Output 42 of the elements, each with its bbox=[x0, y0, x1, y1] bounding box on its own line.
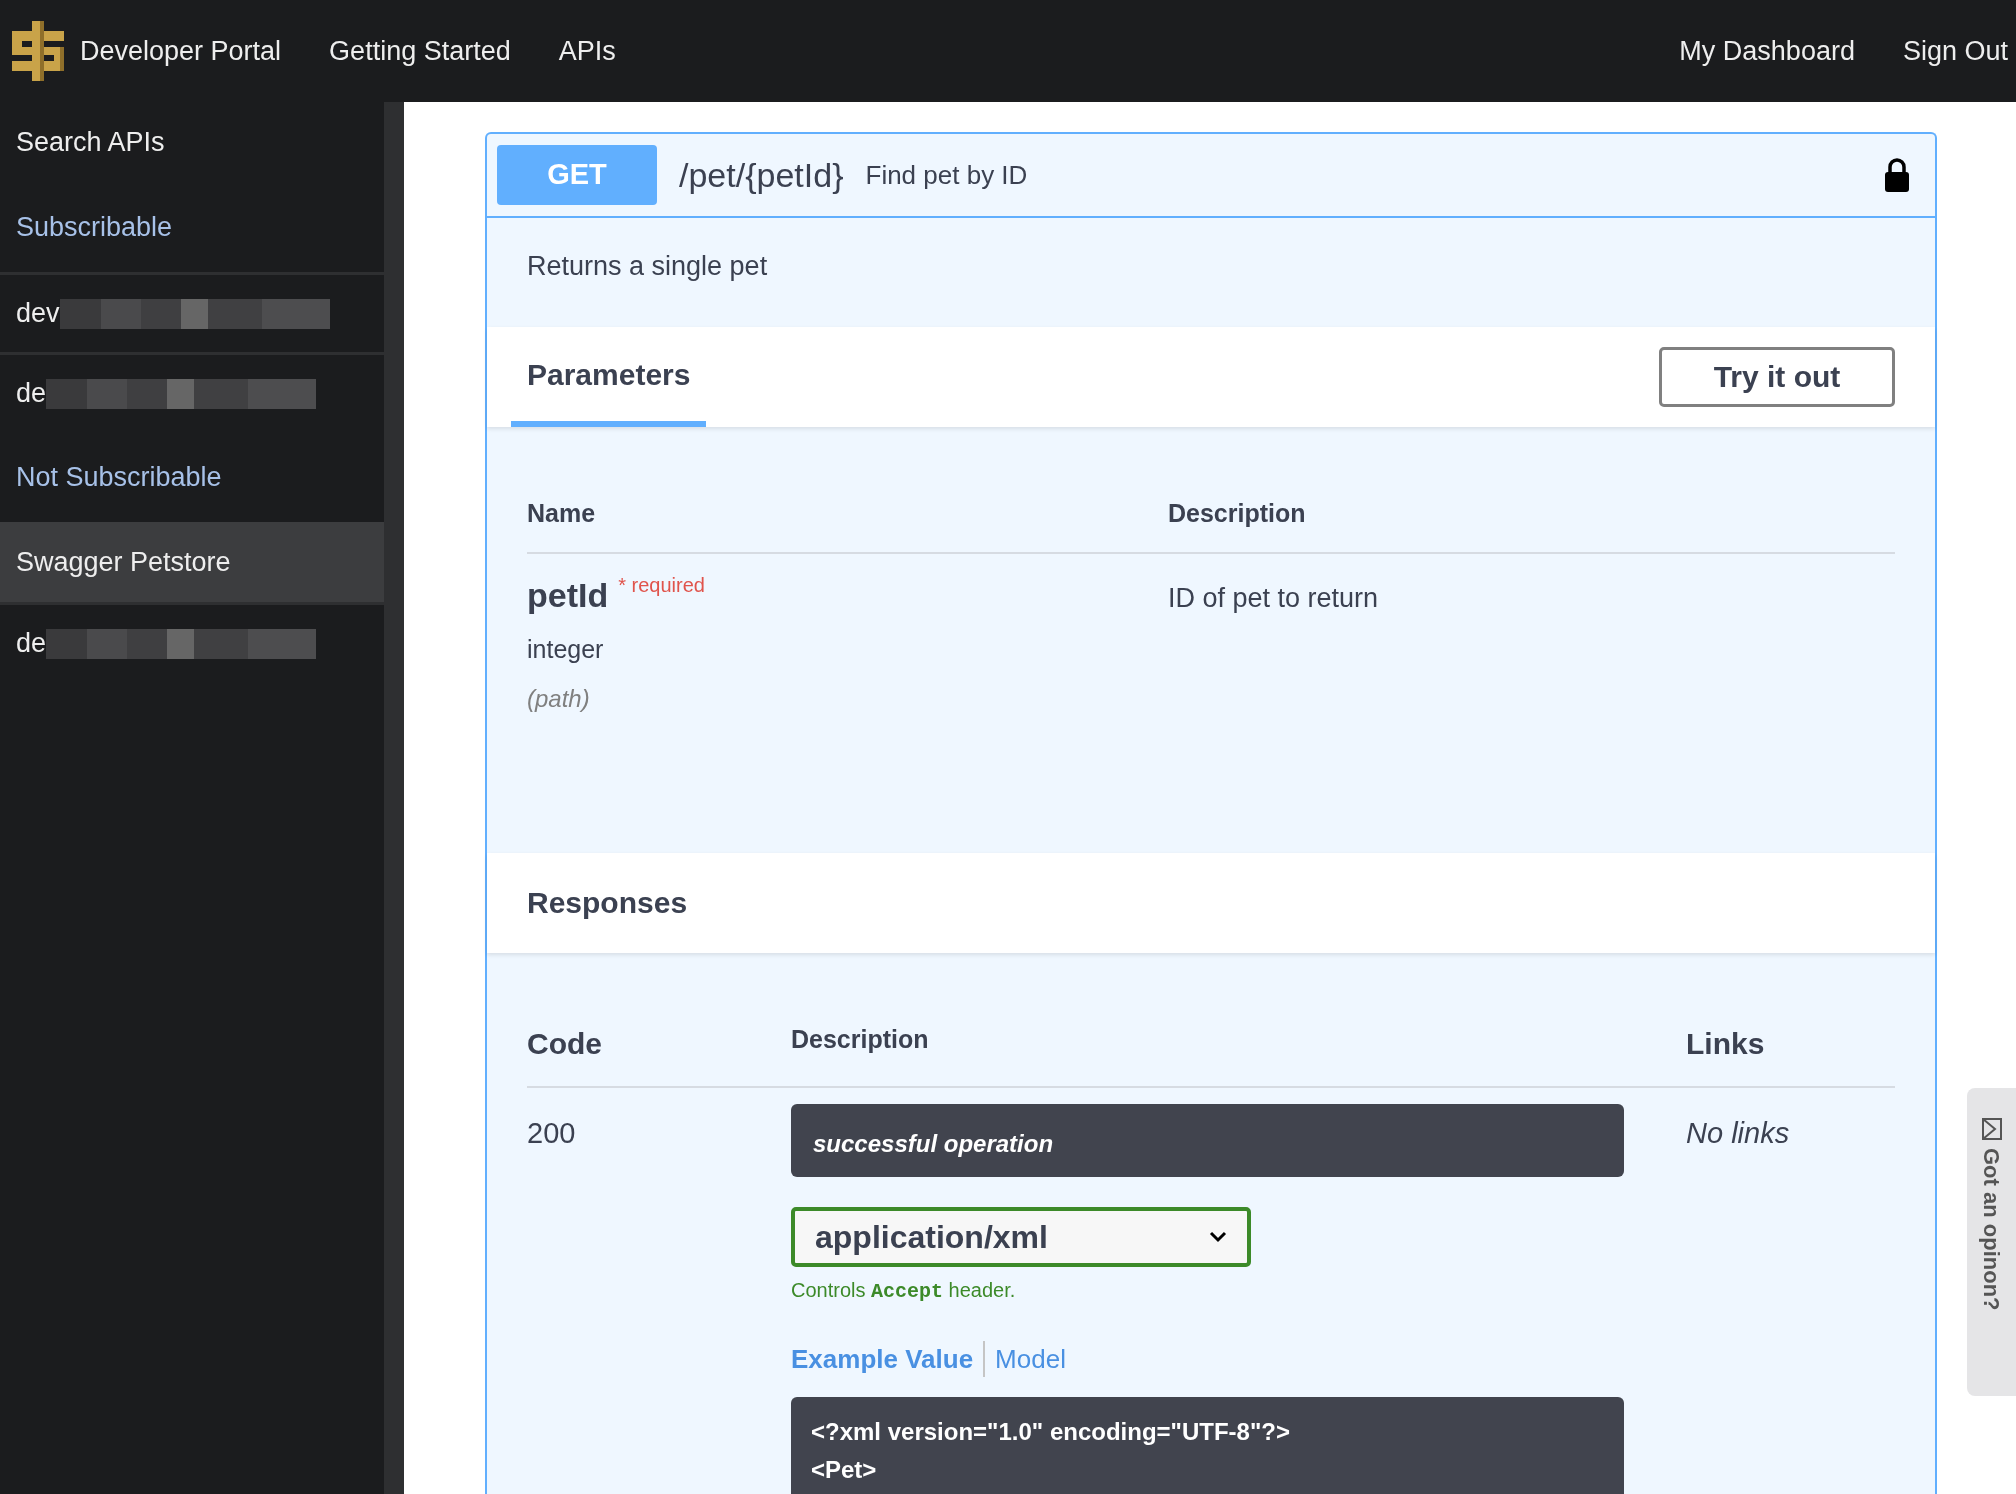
nav-link[interactable]: My Dashboard bbox=[1679, 30, 1855, 72]
section-title: Responses bbox=[527, 885, 688, 921]
nav-link[interactable]: APIs bbox=[558, 30, 616, 72]
scrollbar-track[interactable] bbox=[384, 102, 404, 1494]
brand-name[interactable]: Developer Portal bbox=[80, 30, 282, 72]
sidebar-heading[interactable]: Subscribable bbox=[0, 182, 384, 272]
column-header: Description bbox=[791, 1024, 929, 1053]
lock-icon[interactable] bbox=[1885, 158, 1909, 192]
operation-header[interactable]: GET /pet/{petId} Find pet by ID bbox=[487, 134, 1935, 218]
parameter-description: ID of pet to return bbox=[1168, 583, 1379, 613]
sidebar-item[interactable]: Search APIs bbox=[0, 102, 384, 182]
sidebar-item[interactable]: dev bbox=[16, 293, 60, 334]
parameter-location: (path) bbox=[527, 683, 591, 714]
logo-icon bbox=[12, 21, 64, 81]
try-it-out-button[interactable]: Try it out bbox=[1659, 346, 1895, 407]
envelope-icon bbox=[1981, 1118, 2002, 1140]
media-type-select[interactable]: application/xml bbox=[791, 1206, 1251, 1267]
code-line: <?xml version="1.0" encoding="UTF-8"?> bbox=[811, 1416, 1291, 1447]
column-header: Links bbox=[1686, 1026, 1765, 1060]
media-type-hint: Controls Accept header. bbox=[791, 1277, 1017, 1305]
section-tab[interactable]: Parameters bbox=[511, 326, 707, 427]
sidebar-item[interactable]: Swagger Petstore bbox=[0, 522, 384, 602]
parameter-type: integer bbox=[527, 634, 605, 665]
parameter-name: petId bbox=[527, 576, 609, 614]
links-text: No links bbox=[1686, 1116, 1790, 1149]
sidebar-heading[interactable]: Not Subscribable bbox=[0, 432, 384, 522]
caret-icon bbox=[1209, 1230, 1227, 1243]
response-code: 200 bbox=[527, 1116, 576, 1149]
sidebar-item[interactable]: de bbox=[16, 623, 47, 664]
operation-summary: Find pet by ID bbox=[865, 158, 1028, 192]
code-line: <Pet> bbox=[811, 1454, 878, 1485]
response-description: successful operation bbox=[791, 1103, 1624, 1177]
column-header: Name bbox=[527, 498, 596, 527]
column-header: Code bbox=[527, 1026, 602, 1060]
operation-description: Returns a single pet bbox=[526, 250, 769, 283]
nav-link[interactable]: Getting Started bbox=[329, 30, 511, 72]
sidebar-item[interactable]: de bbox=[16, 373, 47, 414]
feedback-tab[interactable]: Got an opinon? bbox=[1967, 1088, 2016, 1396]
operation-path: /pet/{petId} bbox=[679, 154, 844, 196]
nav-link[interactable]: Sign Out bbox=[1902, 30, 2008, 72]
required-label: * required bbox=[618, 574, 705, 596]
column-header: Description bbox=[1168, 498, 1306, 527]
